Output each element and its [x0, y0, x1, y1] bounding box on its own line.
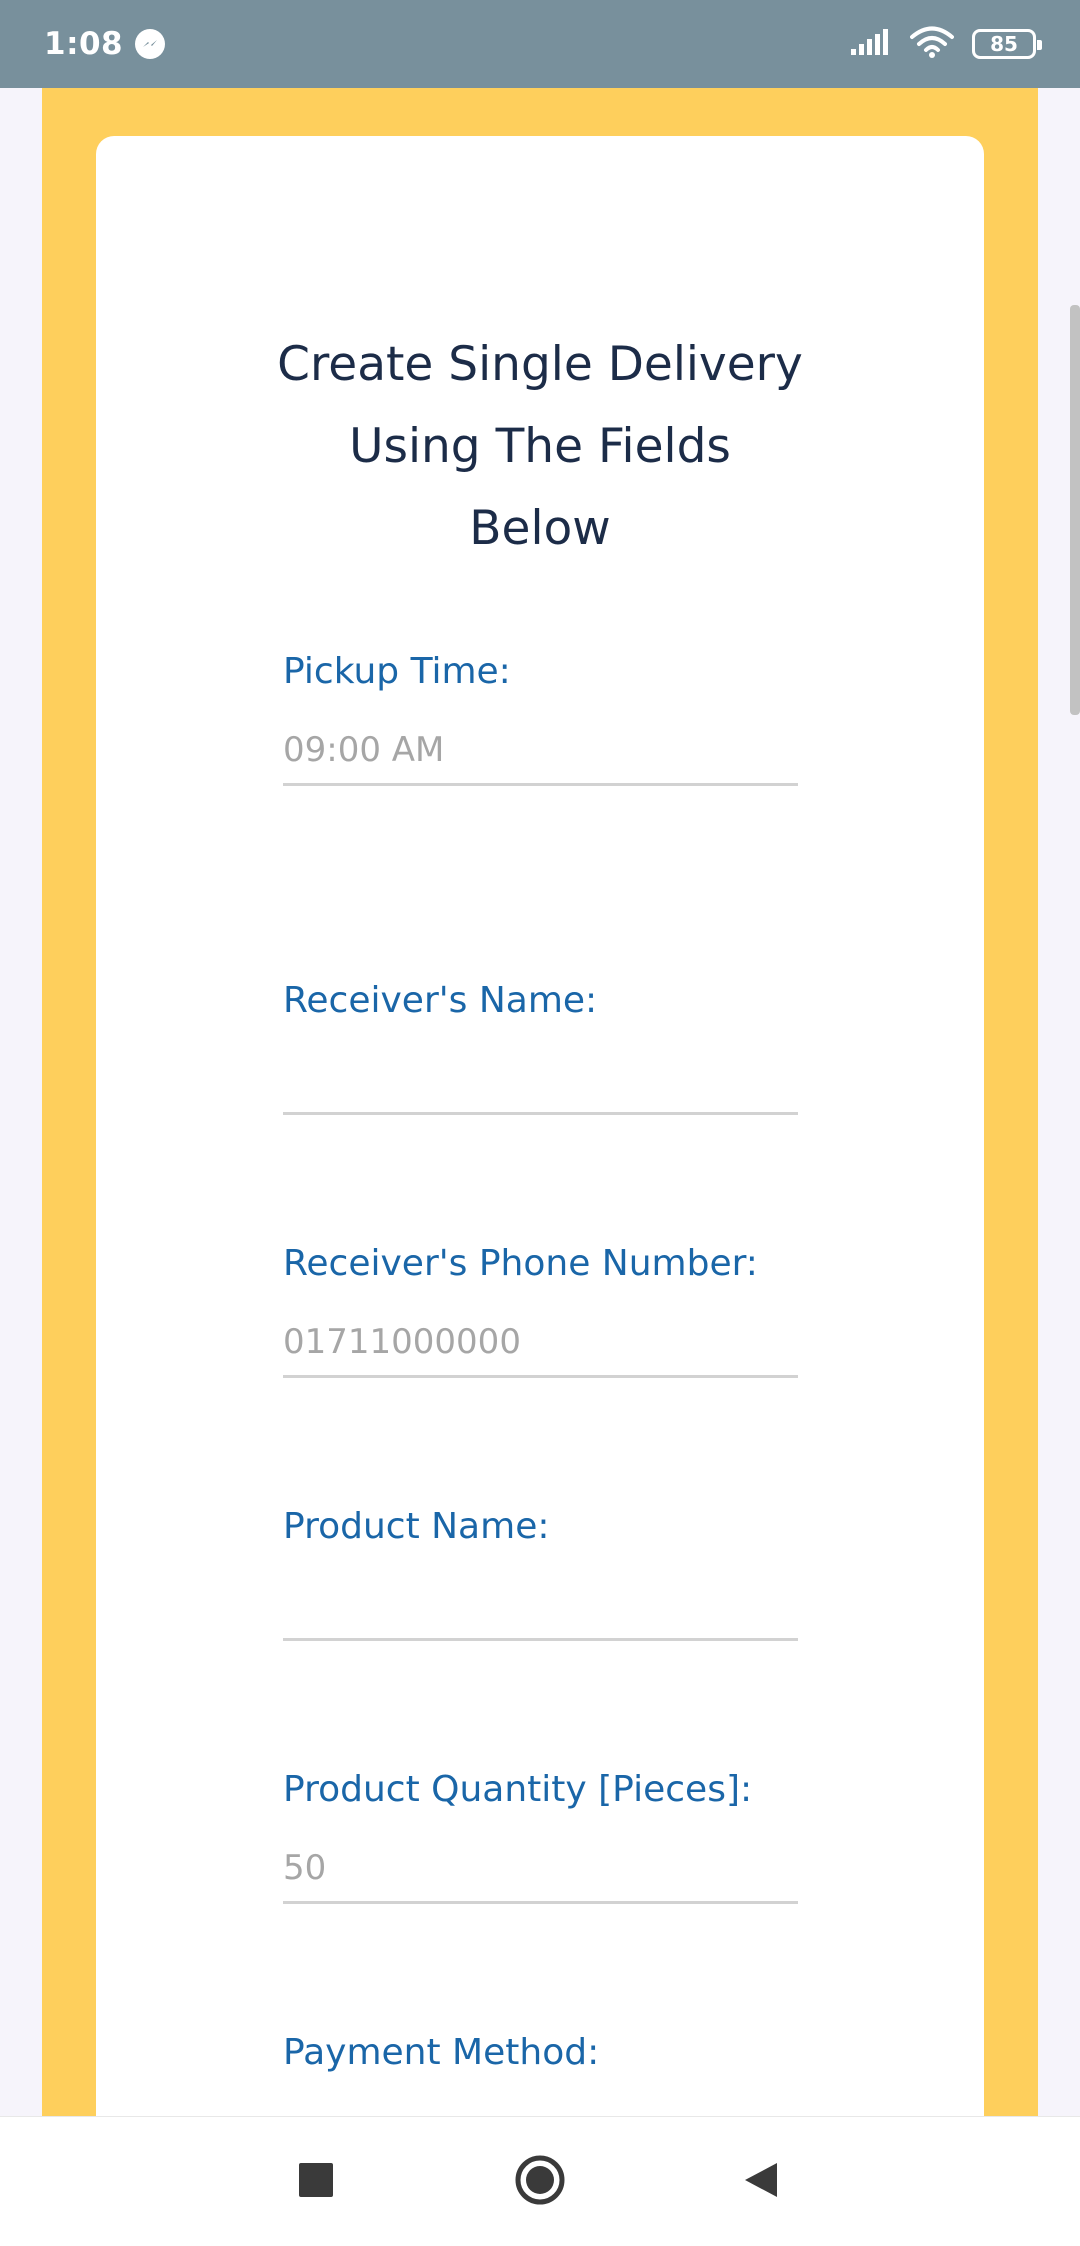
recents-button[interactable]: [283, 2149, 349, 2215]
form-title: Create Single Delivery Using The Fields …: [96, 324, 984, 570]
product-name-label: Product Name:: [283, 1506, 550, 1547]
messenger-icon: [135, 29, 166, 59]
back-icon: [743, 2161, 779, 2203]
product-name-input[interactable]: [283, 1571, 798, 1641]
battery-icon: 85: [972, 29, 1042, 59]
product-quantity-field: Product Quantity [Pieces]:: [283, 1768, 798, 1904]
pickup-time-label: Pickup Time:: [283, 651, 511, 692]
receiver-phone-input[interactable]: [283, 1308, 798, 1378]
status-time: 1:08: [44, 26, 124, 62]
product-name-field: Product Name:: [283, 1505, 798, 1641]
form-title-line-3: Below: [469, 501, 611, 556]
receiver-name-input[interactable]: [283, 1045, 798, 1115]
receiver-phone-label: Receiver's Phone Number:: [283, 1243, 758, 1284]
product-quantity-input[interactable]: [283, 1834, 798, 1904]
receiver-name-label: Receiver's Name:: [283, 980, 598, 1021]
receiver-name-field: Receiver's Name:: [283, 979, 798, 1115]
pickup-time-field: Pickup Time:: [283, 650, 798, 786]
pickup-time-input[interactable]: [283, 716, 798, 786]
payment-method-label: Payment Method:: [283, 2032, 600, 2073]
payment-method-field: Payment Method:: [283, 2031, 798, 2075]
wifi-icon: [910, 26, 954, 62]
home-button[interactable]: [507, 2149, 573, 2215]
scrollbar-thumb[interactable]: [1070, 305, 1080, 715]
status-right: 85: [850, 26, 1042, 62]
home-icon: [514, 2154, 566, 2210]
navigation-bar: [0, 2116, 1080, 2246]
receiver-phone-field: Receiver's Phone Number:: [283, 1242, 798, 1378]
form-title-line-1: Create Single Delivery: [277, 337, 803, 392]
delivery-form-card: Create Single Delivery Using The Fields …: [96, 136, 984, 2116]
status-bar: 1:08 85: [0, 0, 1080, 88]
status-left: 1:08: [44, 26, 166, 62]
signal-icon: [850, 27, 892, 61]
form-title-line-2: Using The Fields: [349, 419, 731, 474]
back-button[interactable]: [728, 2149, 794, 2215]
recents-icon: [298, 2162, 334, 2202]
product-quantity-label: Product Quantity [Pieces]:: [283, 1769, 753, 1810]
battery-level: 85: [990, 32, 1018, 56]
